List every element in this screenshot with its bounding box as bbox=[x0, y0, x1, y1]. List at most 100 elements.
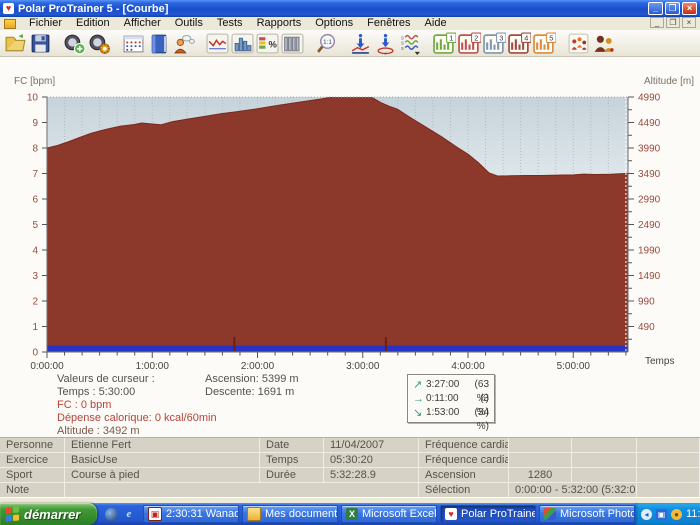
chart-view-5-icon[interactable]: 5 bbox=[533, 32, 556, 55]
cursor-value-line-2: Dépense calorique: 0 kcal/60min bbox=[57, 412, 217, 425]
chart-view-3-icon[interactable]: 3 bbox=[483, 32, 506, 55]
mdi-close-button[interactable]: × bbox=[682, 17, 696, 28]
table-cell bbox=[572, 468, 637, 483]
menu-tests[interactable]: Tests bbox=[210, 17, 250, 30]
msn-globe-icon[interactable] bbox=[105, 508, 118, 521]
taskbar-button-wanadoo[interactable]: ▣2:30:31 Wanadoo bbox=[143, 505, 239, 523]
menu-edition[interactable]: Edition bbox=[69, 17, 117, 30]
network-icon[interactable]: ▣ bbox=[656, 509, 667, 520]
svg-text:%: % bbox=[269, 38, 278, 49]
clock: 11:05 bbox=[686, 508, 700, 520]
svg-text:3:00:00: 3:00:00 bbox=[346, 361, 380, 372]
internet-explorer-icon[interactable]: e bbox=[122, 507, 136, 521]
svg-text:990: 990 bbox=[638, 297, 655, 308]
table-cell bbox=[637, 483, 700, 498]
table-row: SportCourse à piedDurée5:32:28.9Ascensio… bbox=[0, 468, 700, 483]
svg-text:7: 7 bbox=[32, 169, 38, 180]
waves-icon[interactable]: sss bbox=[399, 32, 422, 55]
chevron-left-icon[interactable]: ◂ bbox=[641, 509, 652, 520]
table-cell: Durée bbox=[260, 468, 324, 483]
menu-rapports[interactable]: Rapports bbox=[250, 17, 309, 30]
save-icon[interactable] bbox=[29, 32, 52, 55]
svg-text:1490: 1490 bbox=[638, 271, 661, 282]
svg-text:1990: 1990 bbox=[638, 246, 661, 257]
calendar-icon[interactable] bbox=[122, 32, 145, 55]
frame-columns-icon[interactable] bbox=[281, 32, 304, 55]
table-cell bbox=[65, 483, 419, 498]
app-window: ♥ Polar ProTrainer 5 - [Courbe] _ ❐ × Fi… bbox=[0, 0, 700, 525]
direction-arrow-icon: ↘ bbox=[413, 406, 426, 420]
chart-view-1-icon[interactable]: 1 bbox=[433, 32, 456, 55]
info-curve-icon[interactable] bbox=[349, 32, 372, 55]
menu-fentres[interactable]: Fenêtres bbox=[360, 17, 417, 30]
minimize-button[interactable]: _ bbox=[648, 2, 663, 15]
svg-text:4: 4 bbox=[524, 33, 528, 42]
cursor-values-panel: Valeurs de curseur :Temps : 5:30:00FC : … bbox=[0, 373, 700, 437]
table-cell: Course à pied bbox=[65, 468, 260, 483]
summary-row-2: ↘1:53:00(34 %) bbox=[413, 406, 489, 420]
taskbar-button-polar[interactable]: ♥Polar ProTrainer 5... bbox=[440, 505, 536, 523]
table-cell: Date bbox=[260, 438, 324, 453]
menu-options[interactable]: Options bbox=[308, 17, 360, 30]
mdi-minimize-button[interactable]: _ bbox=[650, 17, 664, 28]
table-cell bbox=[572, 438, 637, 453]
windows-flag-icon bbox=[6, 506, 20, 521]
quick-launch: e bbox=[105, 507, 136, 521]
svg-text:4:00:00: 4:00:00 bbox=[451, 361, 485, 372]
restore-button[interactable]: ❐ bbox=[665, 2, 680, 15]
toolbar: % 1:1 sss 123 45 bbox=[0, 30, 700, 57]
chart-view-4-icon[interactable]: 4 bbox=[508, 32, 531, 55]
table-cell: 1280 bbox=[509, 468, 572, 483]
svg-text:0: 0 bbox=[32, 348, 38, 359]
svg-text:3490: 3490 bbox=[638, 169, 661, 180]
menu-outils[interactable]: Outils bbox=[168, 17, 210, 30]
mdi-restore-button[interactable]: ❐ bbox=[666, 17, 680, 28]
update-icon[interactable]: ● bbox=[671, 509, 682, 520]
zoom-1to1-icon[interactable]: 1:1 bbox=[315, 32, 338, 55]
direction-arrow-icon: ↗ bbox=[413, 378, 426, 392]
taskbar-button-excel[interactable]: XMicrosoft Excel - a... bbox=[341, 505, 437, 523]
svg-text:5:00:00: 5:00:00 bbox=[557, 361, 591, 372]
two-people-icon[interactable] bbox=[592, 32, 615, 55]
people-podium-icon[interactable] bbox=[567, 32, 590, 55]
chart-view-2-icon[interactable]: 2 bbox=[458, 32, 481, 55]
svg-text:5: 5 bbox=[32, 220, 38, 231]
table-cell: Etienne Fert bbox=[65, 438, 260, 453]
menu-fichier[interactable]: Fichier bbox=[22, 17, 69, 30]
watch-settings-icon[interactable] bbox=[88, 32, 111, 55]
table-cell: Note bbox=[0, 483, 65, 498]
ascent-descent-summary-box: ↗3:27:00(63 %)→0:11:00(3 %)↘1:53:00(34 %… bbox=[407, 374, 495, 423]
open-file-icon[interactable] bbox=[4, 32, 27, 55]
close-button[interactable]: × bbox=[682, 2, 697, 15]
table-cell: 5:32:28.9 bbox=[324, 468, 419, 483]
chart-area[interactable]: 0123456789104909901490199024902990349039… bbox=[0, 57, 700, 380]
person-note-icon[interactable] bbox=[172, 32, 195, 55]
start-button[interactable]: démarrer bbox=[0, 503, 97, 525]
app-heart-icon: ♥ bbox=[3, 3, 14, 14]
svg-text:1: 1 bbox=[449, 33, 453, 42]
svg-text:490: 490 bbox=[638, 322, 655, 333]
system-tray: ◂ ▣ ● 11:05 bbox=[635, 503, 700, 525]
watch-add-icon[interactable] bbox=[63, 32, 86, 55]
frame-percent-icon[interactable]: % bbox=[256, 32, 279, 55]
folder-icon bbox=[247, 507, 261, 521]
svg-text:4990: 4990 bbox=[638, 93, 661, 104]
table-cell: 05:30:20 bbox=[324, 453, 419, 468]
menu-aide[interactable]: Aide bbox=[418, 17, 454, 30]
excel-icon: X bbox=[346, 508, 358, 520]
info-lap-icon[interactable] bbox=[374, 32, 397, 55]
table-cell: 0:00:00 - 5:32:00 (5:32:00.0) bbox=[509, 483, 637, 498]
taskbar-button-folder[interactable]: Mes documents bbox=[242, 505, 338, 523]
table-cell bbox=[637, 468, 700, 483]
taskbar-button-photo[interactable]: Microsoft Photo E... bbox=[539, 505, 635, 523]
svg-text:2990: 2990 bbox=[638, 195, 661, 206]
table-cell: Sélection bbox=[419, 483, 509, 498]
photo-icon bbox=[544, 508, 556, 520]
diary-icon[interactable] bbox=[147, 32, 170, 55]
taskbar: démarrer e ▣2:30:31 WanadooMes documents… bbox=[0, 503, 700, 525]
frame-bars-icon[interactable] bbox=[231, 32, 254, 55]
window-title: Polar ProTrainer 5 - [Courbe] bbox=[18, 3, 168, 15]
table-cell: Sport bbox=[0, 468, 65, 483]
menu-afficher[interactable]: Afficher bbox=[117, 17, 168, 30]
frame-curve-icon[interactable] bbox=[206, 32, 229, 55]
